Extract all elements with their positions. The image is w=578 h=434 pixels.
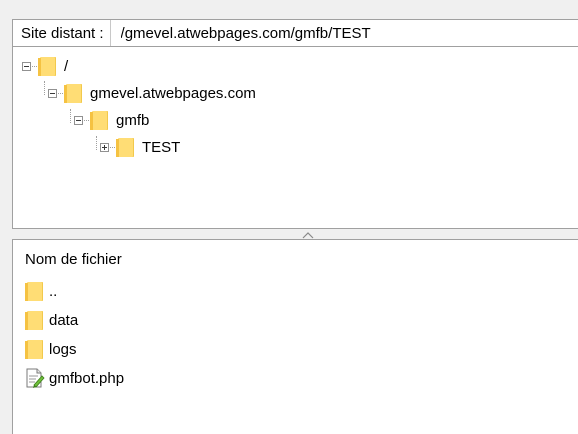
remote-site-pane: Site distant : / gmevel.atwebpages.com g… — [0, 0, 578, 434]
remote-directory-tree[interactable]: / gmevel.atwebpages.com gmfb TEST — [12, 47, 578, 229]
tree-node-root[interactable]: / — [22, 56, 68, 76]
tree-node-label: gmevel.atwebpages.com — [90, 84, 256, 102]
folder-icon — [25, 310, 43, 330]
folder-icon — [25, 339, 43, 359]
remote-path-input[interactable] — [110, 20, 578, 46]
tree-connector — [70, 109, 71, 123]
remote-file-list[interactable]: Nom de fichier .. data logs gmfbot.php — [12, 239, 578, 434]
file-name: .. — [49, 282, 58, 300]
file-name: logs — [49, 340, 77, 358]
tree-node-gmfb[interactable]: gmfb — [74, 110, 149, 130]
collapse-icon[interactable] — [48, 88, 57, 98]
remote-site-label: Site distant : — [13, 20, 111, 46]
tree-connector — [44, 81, 45, 95]
file-row[interactable]: gmfbot.php — [25, 367, 124, 389]
pane-splitter[interactable] — [12, 229, 578, 239]
file-name: gmfbot.php — [49, 369, 125, 387]
collapse-icon[interactable] — [74, 115, 83, 125]
tree-node-test[interactable]: TEST — [100, 137, 180, 157]
collapse-icon[interactable] — [22, 61, 31, 71]
folder-icon — [64, 83, 82, 103]
folder-icon — [116, 137, 134, 157]
file-row[interactable]: data — [25, 309, 78, 331]
folder-icon — [90, 110, 108, 130]
php-file-icon — [26, 368, 45, 388]
expand-icon[interactable] — [100, 142, 109, 152]
tree-node-label: TEST — [142, 138, 181, 156]
file-row[interactable]: .. — [25, 280, 57, 302]
column-header-filename[interactable]: Nom de fichier — [25, 251, 122, 268]
file-row[interactable]: logs — [25, 338, 77, 360]
tree-connector — [96, 136, 97, 150]
tree-node-label: / — [64, 57, 69, 75]
tree-node-gmevel-atwebpages-com[interactable]: gmevel.atwebpages.com — [48, 83, 256, 103]
folder-icon — [25, 281, 43, 301]
folder-icon — [38, 56, 56, 76]
remote-path-bar: Site distant : — [12, 19, 578, 47]
tree-node-label: gmfb — [116, 111, 150, 129]
chevron-up-icon[interactable] — [302, 231, 314, 239]
file-name: data — [49, 311, 79, 329]
